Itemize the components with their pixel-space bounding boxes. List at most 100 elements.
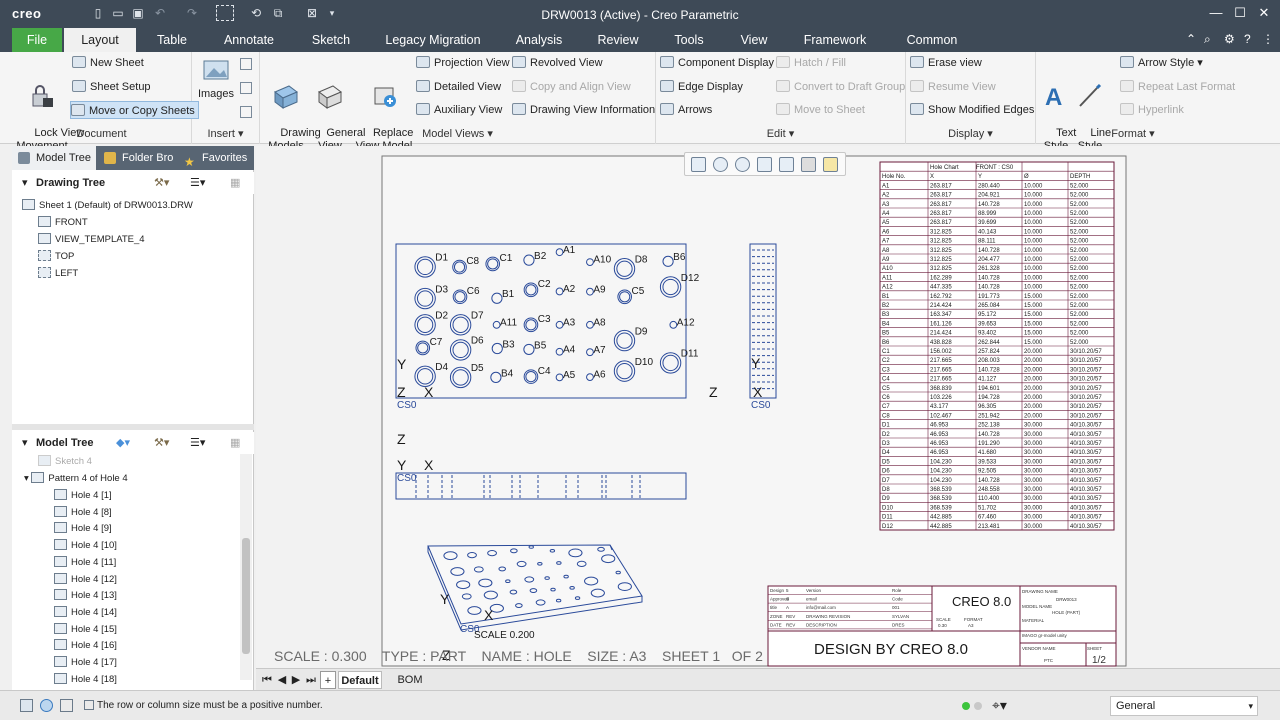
tab-tools[interactable]: Tools [668, 28, 710, 52]
tree-item-front[interactable]: FRONT [38, 215, 88, 230]
projection-view-button[interactable]: Projection View [416, 54, 510, 72]
show-navigator-icon[interactable] [20, 699, 33, 712]
tab-sketch[interactable]: Sketch [304, 28, 358, 52]
tree-item-hole[interactable]: Hole 4 [16] [54, 638, 117, 653]
refit-icon[interactable] [691, 157, 706, 172]
erase-view-button[interactable]: Erase view [910, 54, 982, 72]
sheet-tab-default[interactable]: Default [338, 671, 382, 689]
scrollbar-thumb[interactable] [242, 538, 250, 654]
tree-item-hole[interactable]: Hole 4 [13] [54, 588, 117, 603]
tree-item-hole[interactable]: Hole 4 [12] [54, 572, 117, 587]
annotation-display-icon[interactable] [823, 157, 838, 172]
insert-object-icon[interactable] [240, 58, 252, 70]
hyperlink-button[interactable]: Hyperlink [1120, 101, 1184, 119]
close-button[interactable]: ✕ [1254, 5, 1274, 21]
selection-filter-dropdown[interactable]: General ▾ [1110, 696, 1258, 716]
tree-item-pattern[interactable]: ▾ Pattern 4 of Hole 4 [24, 471, 128, 486]
images-button[interactable]: Images [196, 56, 236, 101]
revolved-view-button[interactable]: Revolved View [512, 54, 603, 72]
tab-model-tree[interactable]: Model Tree [12, 146, 96, 170]
search-icon[interactable]: ⌕ [1204, 32, 1211, 47]
tab-table[interactable]: Table [146, 28, 198, 52]
repaint-icon[interactable] [757, 157, 772, 172]
tab-file[interactable]: File [12, 28, 62, 52]
drawing-sheet[interactable]: A1 A2 A3 A4 A5 A6 A7 A8 A9 A10 A11 A12 B1 B2 B3 B4 B5 B6 C… [256, 146, 1280, 668]
show-icon[interactable]: ◆▾ [116, 432, 130, 454]
group-label-display[interactable]: Display ▾ [906, 127, 1035, 140]
detailed-view-button[interactable]: Detailed View [416, 78, 501, 96]
new-sheet-button[interactable]: New Sheet [72, 54, 144, 72]
group-label-edit[interactable]: Edit ▾ [656, 127, 905, 140]
arrow-style-button[interactable]: Arrow Style ▾ [1120, 54, 1203, 72]
tree-columns-icon[interactable]: ▦ [230, 432, 240, 454]
tree-item-hole[interactable]: Hole 4 [11] [54, 555, 116, 570]
tab-view[interactable]: View [734, 28, 774, 52]
tab-review[interactable]: Review [592, 28, 644, 52]
arrows-button[interactable]: Arrows [660, 101, 712, 119]
find-icon[interactable]: ⌖▾ [992, 697, 1007, 714]
edge-display-button[interactable]: Edge Display [660, 78, 743, 96]
browser-icon[interactable] [40, 699, 53, 712]
tree-item-hole[interactable]: Hole 4 [8] [54, 505, 112, 520]
tree-item-hole[interactable]: Hole 4 [9] [54, 521, 112, 536]
next-sheet-icon[interactable]: ▶ [290, 671, 302, 689]
help-icon[interactable]: ? [1244, 32, 1251, 46]
tree-scrollbar[interactable] [240, 454, 252, 680]
tree-columns-icon[interactable]: ▦ [230, 172, 240, 194]
maximize-button[interactable]: ☐ [1230, 5, 1250, 21]
last-sheet-icon[interactable]: ⏭ [304, 671, 318, 689]
tree-filter-icon[interactable]: ☰▾ [190, 432, 205, 454]
tab-legacy-migration[interactable]: Legacy Migration [380, 28, 486, 52]
settings-icon[interactable]: ⚙ [1224, 32, 1235, 46]
tree-item-hole[interactable]: Hole 4 [17] [54, 655, 117, 670]
tab-layout[interactable]: Layout [64, 28, 136, 52]
prev-sheet-icon[interactable]: ◀ [276, 671, 288, 689]
drawing-view-info-button[interactable]: Drawing View Information [512, 101, 655, 119]
auxiliary-view-button[interactable]: Auxiliary View [416, 101, 502, 119]
minimize-button[interactable]: — [1206, 5, 1226, 21]
move-copy-sheets-button[interactable]: Move or Copy Sheets [70, 101, 199, 119]
sheet-tab-bom[interactable]: BOM [386, 671, 434, 689]
repeat-last-format-button[interactable]: Repeat Last Format [1120, 78, 1235, 96]
hatch-fill-button[interactable]: Hatch / Fill [776, 54, 846, 72]
tree-item-hole[interactable]: Hole 4 [15] [54, 622, 117, 637]
model-tree-header[interactable]: ▾ Model Tree ◆▾ ⚒▾ ☰▾ ▦ [12, 432, 254, 454]
tab-annotate[interactable]: Annotate [218, 28, 280, 52]
tab-common[interactable]: Common [902, 28, 962, 52]
tree-item-sketch[interactable]: Sketch 4 [38, 454, 92, 469]
full-screen-icon[interactable] [60, 699, 73, 712]
add-sheet-icon[interactable]: + [320, 671, 336, 689]
tree-item-hole[interactable]: Hole 4 [18] [54, 672, 117, 687]
tree-item-view-template[interactable]: VIEW_TEMPLATE_4 [38, 232, 145, 247]
tree-item-top[interactable]: TOP [38, 249, 74, 264]
tab-favorites[interactable]: ★ Favorites [178, 146, 254, 170]
panel-splitter[interactable] [12, 424, 254, 430]
insert-table-icon[interactable] [240, 82, 252, 94]
tree-item-left[interactable]: LEFT [38, 266, 78, 281]
drawing-tree-header[interactable]: ▾ Drawing Tree ⚒▾ ☰▾ ▦ [12, 172, 254, 194]
group-label-insert[interactable]: Insert ▾ [192, 127, 259, 140]
show-modified-edges-button[interactable]: Show Modified Edges [910, 101, 1034, 119]
resume-view-button[interactable]: Resume View [910, 78, 996, 96]
tree-settings-icon[interactable]: ⚒▾ [154, 172, 169, 194]
zoom-out-icon[interactable] [735, 157, 750, 172]
tree-settings-icon[interactable]: ⚒▾ [154, 432, 169, 454]
tab-framework[interactable]: Framework [800, 28, 870, 52]
move-to-sheet-button[interactable]: Move to Sheet [776, 101, 865, 119]
first-sheet-icon[interactable]: ⏮ [260, 671, 274, 689]
tree-filter-icon[interactable]: ☰▾ [190, 172, 205, 194]
display-style-icon[interactable] [779, 157, 794, 172]
datum-display-icon[interactable] [801, 157, 816, 172]
more-icon[interactable]: ⋮ [1262, 32, 1274, 46]
sheet-setup-button[interactable]: Sheet Setup [72, 78, 151, 96]
tree-item-hole[interactable]: Hole 4 [14] [54, 605, 117, 620]
tree-item-hole[interactable]: Hole 4 [1] [54, 488, 112, 503]
tree-item-sheet[interactable]: Sheet 1 (Default) of DRW0013.DRW [22, 198, 193, 213]
collapse-ribbon-icon[interactable]: ⌃ [1186, 32, 1196, 46]
zoom-in-icon[interactable] [713, 157, 728, 172]
convert-draft-group-button[interactable]: Convert to Draft Group [776, 78, 905, 96]
component-display-button[interactable]: Component Display [660, 54, 774, 72]
tab-folder-browser[interactable]: Folder Bro [98, 146, 174, 170]
drawing-canvas[interactable]: A1 A2 A3 A4 A5 A6 A7 A8 A9 A10 A11 A12 B1 B2 B3 B4 B5 B6 C… [256, 146, 1280, 668]
copy-align-view-button[interactable]: Copy and Align View [512, 78, 631, 96]
